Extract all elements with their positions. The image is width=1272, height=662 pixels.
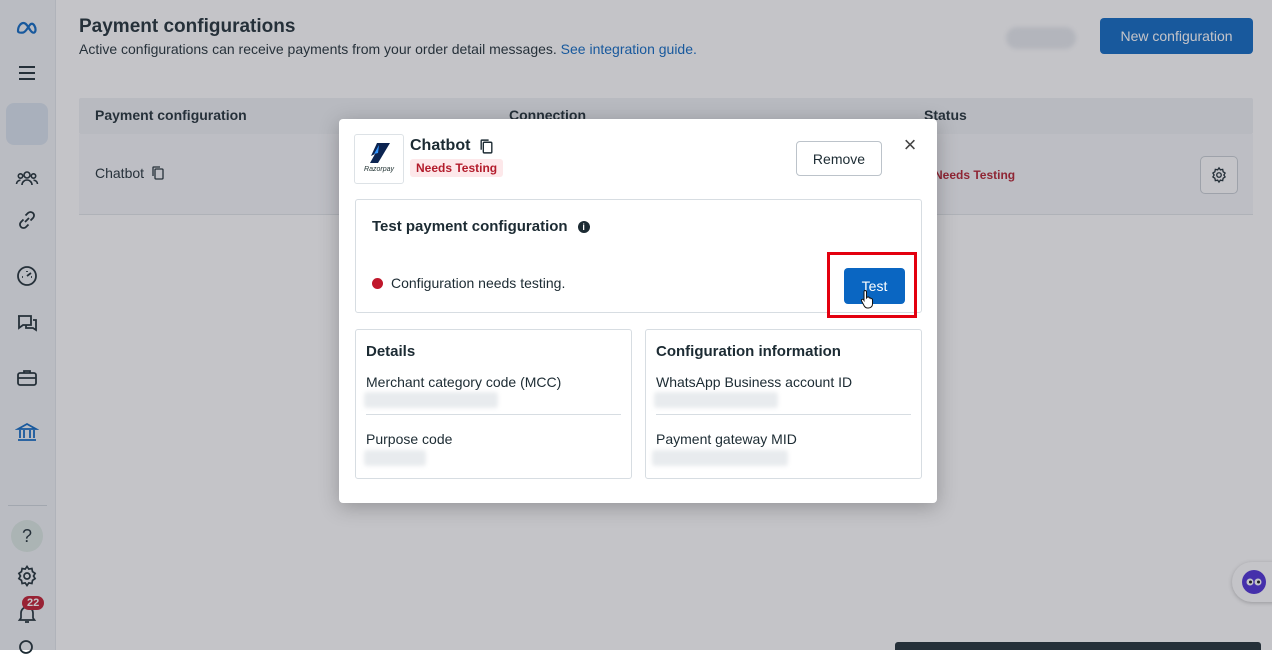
- gateway-mid-value-blurred: [652, 450, 788, 466]
- modal-title-text: Chatbot: [410, 137, 471, 154]
- hand-cursor-icon: [860, 289, 873, 309]
- details-panel: Details Merchant category code (MCC) Pur…: [355, 329, 632, 479]
- info-icon[interactable]: i: [577, 220, 590, 233]
- waba-id-label: WhatsApp Business account ID: [656, 374, 853, 390]
- waba-id-value-blurred: [654, 392, 778, 408]
- payment-config-modal: Razorpay Chatbot Needs Testing Remove × …: [339, 119, 937, 503]
- status-badge: Needs Testing: [410, 159, 504, 177]
- close-icon[interactable]: ×: [899, 132, 921, 157]
- test-status-text: Configuration needs testing.: [391, 275, 566, 291]
- gateway-mid-label: Payment gateway MID: [656, 431, 797, 447]
- test-card-title-text: Test payment configuration: [372, 218, 568, 235]
- purpose-code-label: Purpose code: [366, 431, 453, 447]
- configuration-info-panel: Configuration information WhatsApp Busin…: [645, 329, 922, 479]
- mcc-label: Merchant category code (MCC): [366, 374, 562, 390]
- test-status: Configuration needs testing.: [372, 275, 565, 291]
- remove-button[interactable]: Remove: [796, 141, 882, 176]
- divider: [656, 414, 911, 415]
- logo-text: Razorpay: [364, 166, 394, 173]
- mcc-value-blurred: [364, 392, 498, 408]
- config-info-title: Configuration information: [656, 343, 841, 360]
- test-card-title: Test payment configuration i: [372, 218, 590, 235]
- razorpay-logo: Razorpay: [354, 134, 404, 184]
- copy-icon[interactable]: [478, 138, 495, 155]
- status-dot-icon: [372, 277, 383, 289]
- details-title: Details: [366, 343, 416, 360]
- purpose-code-value-blurred: [364, 450, 426, 466]
- divider: [366, 414, 621, 415]
- modal-title: Chatbot: [410, 137, 495, 155]
